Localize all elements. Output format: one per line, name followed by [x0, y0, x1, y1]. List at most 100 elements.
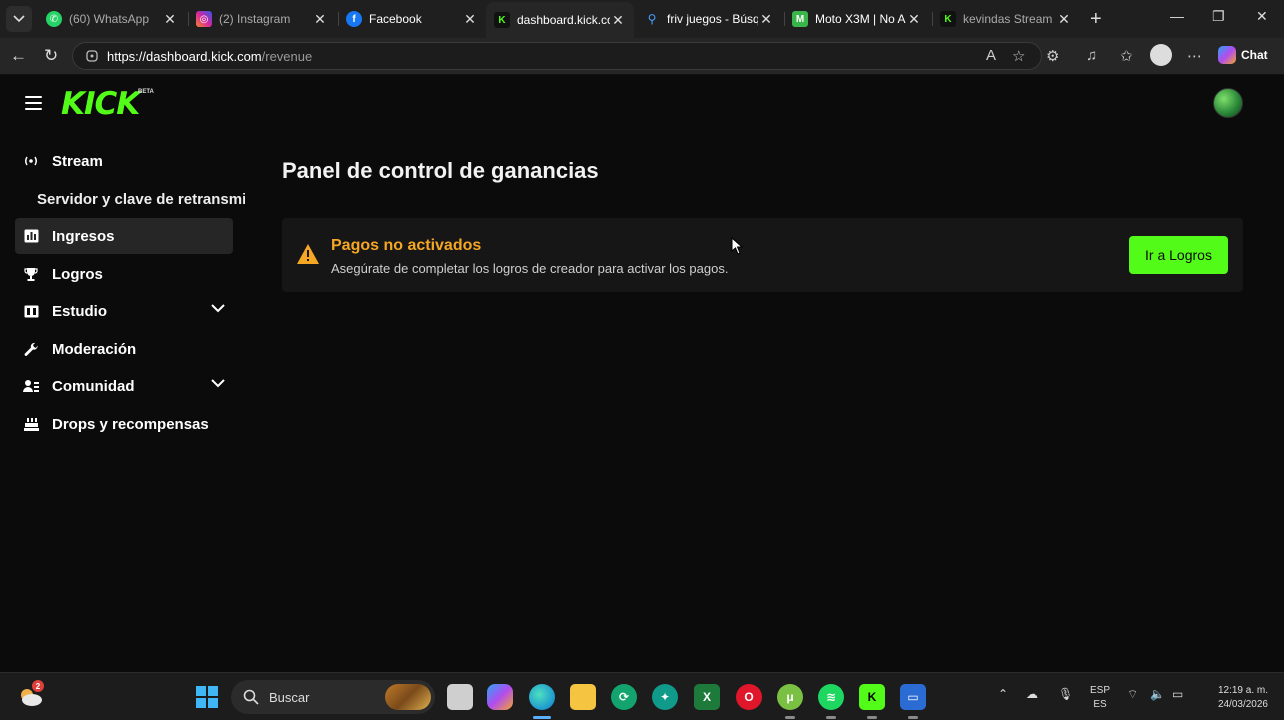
tab-facebook[interactable]: f Facebook ✕ [338, 4, 486, 34]
sidebar-item-drops[interactable]: Drops y recompensas [15, 406, 233, 442]
close-tab-icon[interactable]: ✕ [162, 11, 178, 28]
xbox-app-icon[interactable]: ⟳ [611, 684, 637, 710]
tab-kick-dashboard[interactable]: K dashboard.kick.com ✕ [486, 2, 634, 38]
sidebar-item-label: Logros [52, 265, 103, 283]
remote-desktop-icon[interactable]: ▭ [900, 684, 926, 710]
sidebar-item-label: Comunidad [52, 377, 135, 395]
weather-widget[interactable]: 2 [18, 680, 44, 710]
close-tab-icon[interactable]: ✕ [1056, 11, 1072, 28]
tab-whatsapp[interactable]: ✆ (60) WhatsApp ✕ [38, 4, 186, 34]
tab-actions-button[interactable] [6, 6, 32, 32]
copilot-icon [1218, 46, 1236, 64]
edge-browser-icon[interactable] [529, 684, 555, 710]
favorites-icon[interactable]: ✩ [1120, 47, 1133, 65]
studio-icon [23, 303, 39, 319]
payouts-alert: Pagos no activados Asegúrate de completa… [282, 218, 1243, 292]
close-tab-icon[interactable]: ✕ [758, 11, 774, 28]
sidebar-item-stream-key[interactable]: Servidor y clave de retransmisión [37, 191, 245, 208]
vpn-app-icon[interactable]: ✦ [652, 684, 678, 710]
wifi-icon[interactable]: ⌔ [1127, 687, 1138, 702]
moto-icon: M [792, 11, 808, 27]
kick-app-icon[interactable]: K [859, 684, 885, 710]
close-tab-icon[interactable]: ✕ [906, 11, 922, 28]
search-icon [243, 689, 259, 705]
restore-button[interactable]: ❐ [1212, 8, 1225, 25]
new-tab-button[interactable]: + [1090, 8, 1102, 31]
more-options-icon[interactable]: ⋯ [1187, 47, 1202, 65]
clock-date: 24/03/2026 [1217, 699, 1268, 710]
menu-icon[interactable] [25, 96, 42, 114]
start-button[interactable] [194, 684, 220, 710]
page-title: Panel de control de ganancias [282, 158, 599, 183]
minimize-button[interactable]: — [1170, 8, 1184, 24]
site-info-icon[interactable] [85, 49, 99, 63]
windows-taskbar: 2 Buscar ⟳ ✦ X O μ ≋ K ▭ ⌃ ☁ 🎙 ESP ES ⌔ … [0, 672, 1284, 720]
address-bar[interactable]: https://dashboard.kick.com/revenue [72, 42, 1042, 70]
sidebar-item-studio[interactable]: Estudio [15, 293, 233, 329]
back-button[interactable]: ← [10, 46, 27, 66]
tab-friv-search[interactable]: ⚲ friv juegos - Búsqueda ✕ [636, 4, 782, 34]
tab-title: friv juegos - Búsqueda [667, 12, 758, 26]
instagram-icon: ◎ [196, 11, 212, 27]
tab-instagram[interactable]: ◎ (2) Instagram ✕ [188, 4, 336, 34]
tab-title: dashboard.kick.com [517, 13, 610, 27]
close-window-button[interactable]: ✕ [1256, 8, 1268, 25]
close-tab-icon[interactable]: ✕ [462, 11, 478, 28]
utorrent-icon[interactable]: μ [777, 684, 803, 710]
tab-kevindas-stream[interactable]: K kevindas Stream ✕ [932, 4, 1080, 34]
kick-icon: K [940, 11, 956, 27]
wrench-icon [23, 341, 39, 357]
tab-moto-x3m[interactable]: M Moto X3M | No Ads ✕ [784, 4, 930, 34]
favorite-star-icon[interactable]: ☆ [1012, 47, 1025, 65]
search-placeholder: Buscar [269, 689, 310, 705]
microphone-icon[interactable]: 🎙 [1058, 687, 1073, 701]
warning-icon [297, 244, 319, 264]
keyboard-layout-code: ES [1093, 699, 1107, 710]
sidebar-item-moderation[interactable]: Moderación [15, 331, 233, 367]
sidebar-item-achievements[interactable]: Logros [15, 256, 233, 292]
chevron-down-icon[interactable] [211, 304, 225, 313]
profile-avatar[interactable] [1150, 44, 1172, 66]
sidebar-item-revenue[interactable]: Ingresos [15, 218, 233, 254]
system-clock[interactable]: 12:19 a. m. 24/03/2026 [1204, 684, 1268, 712]
close-tab-icon[interactable]: ✕ [610, 12, 626, 29]
tab-title: Facebook [369, 12, 422, 26]
user-avatar[interactable] [1213, 88, 1243, 118]
sidebar-item-community[interactable]: Comunidad [15, 368, 233, 404]
read-aloud-icon[interactable]: A [986, 47, 996, 64]
mouse-cursor-icon [731, 237, 743, 255]
copilot-app-icon[interactable] [487, 684, 513, 710]
sidebar-item-label: Stream [52, 152, 103, 170]
spotify-icon[interactable]: ≋ [818, 684, 844, 710]
windows-logo-icon [196, 686, 218, 708]
extensions-icon[interactable]: ⚙ [1046, 47, 1059, 65]
tab-title: kevindas Stream [963, 12, 1053, 26]
input-language-indicator[interactable]: ESP ES [1090, 684, 1110, 712]
close-tab-icon[interactable]: ✕ [312, 11, 328, 28]
kick-logo[interactable]: KICK [61, 86, 140, 122]
refresh-button[interactable]: ↻ [44, 46, 58, 66]
browser-toolbar: ← ↻ https://dashboard.kick.com/revenue A… [0, 38, 1284, 75]
volume-icon[interactable]: 🔈 [1150, 687, 1165, 701]
clock-time: 12:19 a. m. [1217, 685, 1268, 696]
opera-icon[interactable]: O [736, 684, 762, 710]
community-icon [23, 378, 39, 394]
go-to-achievements-button[interactable]: Ir a Logros [1129, 236, 1228, 274]
sidebar-item-stream[interactable]: Stream [15, 143, 233, 179]
url-host: https://dashboard.kick.com [107, 48, 262, 64]
tab-title: Moto X3M | No Ads [815, 12, 906, 26]
copilot-button[interactable]: Chat [1218, 46, 1268, 64]
kick-icon: K [494, 12, 510, 28]
file-explorer-icon[interactable] [570, 684, 596, 710]
tab-title: (2) Instagram [219, 12, 291, 26]
excel-icon[interactable]: X [694, 684, 720, 710]
show-hidden-icons-button[interactable]: ⌃ [998, 687, 1008, 701]
onedrive-icon[interactable]: ☁ [1026, 687, 1038, 701]
media-icon[interactable]: ♫ [1086, 47, 1097, 64]
task-view-icon[interactable] [447, 684, 473, 710]
kick-dashboard: KICK BETA Stream Servidor y clave de ret… [0, 76, 1284, 672]
taskbar-search[interactable]: Buscar [231, 680, 435, 714]
chevron-down-icon[interactable] [211, 379, 225, 388]
battery-icon[interactable]: ▭ [1172, 687, 1183, 701]
chevron-down-icon [13, 15, 25, 23]
